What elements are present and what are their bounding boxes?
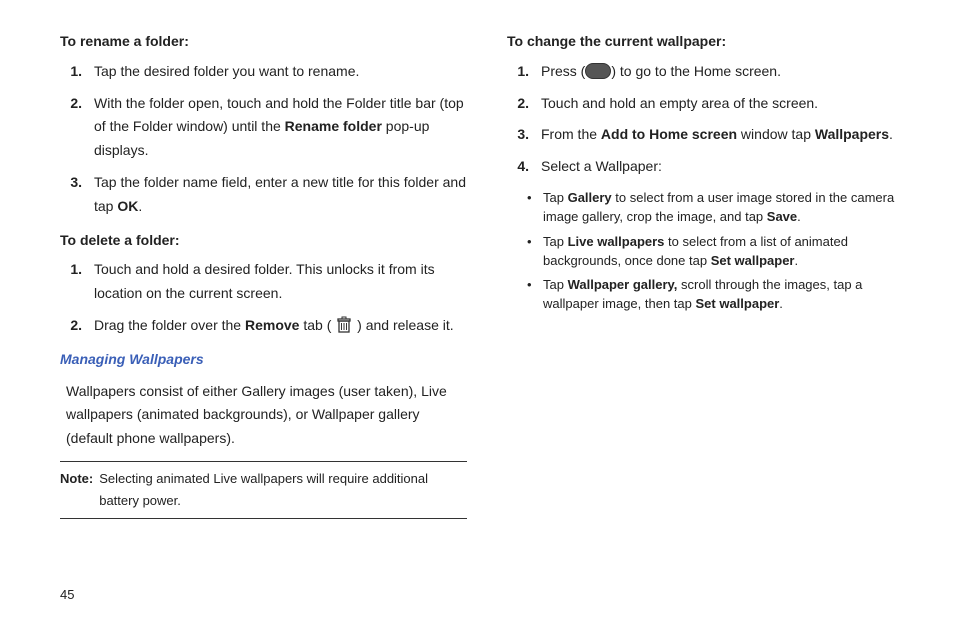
step-number: 1. <box>507 60 541 84</box>
note-text: Selecting animated Live wallpapers will … <box>99 468 467 512</box>
note-label: Note: <box>60 468 93 512</box>
step-text: Touch and hold a desired folder. This un… <box>94 258 467 306</box>
bullet-text: Tap Wallpaper gallery, scroll through th… <box>543 276 914 314</box>
rename-folder-heading: To rename a folder: <box>60 30 467 54</box>
list-item: 1. Press () to go to the Home screen. <box>507 60 914 84</box>
step-number: 1. <box>60 258 94 306</box>
bullet-icon: • <box>527 276 543 314</box>
page-number: 45 <box>60 587 74 602</box>
list-item: • Tap Live wallpapers to select from a l… <box>527 233 914 271</box>
list-item: 2. Touch and hold an empty area of the s… <box>507 92 914 116</box>
change-wallpaper-steps: 1. Press () to go to the Home screen. 2.… <box>507 60 914 179</box>
step-number: 3. <box>507 123 541 147</box>
bullet-text: Tap Gallery to select from a user image … <box>543 189 914 227</box>
note-block: Note: Selecting animated Live wallpapers… <box>60 461 467 519</box>
step-number: 2. <box>507 92 541 116</box>
wallpapers-description: Wallpapers consist of either Gallery ima… <box>66 380 467 451</box>
right-column: To change the current wallpaper: 1. Pres… <box>507 30 914 519</box>
wallpaper-options: • Tap Gallery to select from a user imag… <box>527 189 914 314</box>
step-text: From the Add to Home screen window tap W… <box>541 123 914 147</box>
list-item: • Tap Gallery to select from a user imag… <box>527 189 914 227</box>
step-number: 3. <box>60 171 94 219</box>
step-text: With the folder open, touch and hold the… <box>94 92 467 163</box>
step-text: Tap the desired folder you want to renam… <box>94 60 467 84</box>
left-column: To rename a folder: 1. Tap the desired f… <box>60 30 467 519</box>
bullet-icon: • <box>527 189 543 227</box>
step-number: 4. <box>507 155 541 179</box>
managing-wallpapers-heading: Managing Wallpapers <box>60 348 467 372</box>
list-item: 1. Touch and hold a desired folder. This… <box>60 258 467 306</box>
list-item: 1. Tap the desired folder you want to re… <box>60 60 467 84</box>
step-text: Select a Wallpaper: <box>541 155 914 179</box>
list-item: • Tap Wallpaper gallery, scroll through … <box>527 276 914 314</box>
bullet-text: Tap Live wallpapers to select from a lis… <box>543 233 914 271</box>
step-number: 2. <box>60 314 94 338</box>
step-text: Tap the folder name field, enter a new t… <box>94 171 467 219</box>
list-item: 3. Tap the folder name field, enter a ne… <box>60 171 467 219</box>
list-item: 4. Select a Wallpaper: <box>507 155 914 179</box>
rename-steps: 1. Tap the desired folder you want to re… <box>60 60 467 219</box>
trash-icon <box>335 316 353 334</box>
step-text: Touch and hold an empty area of the scre… <box>541 92 914 116</box>
step-number: 1. <box>60 60 94 84</box>
step-text: Press () to go to the Home screen. <box>541 60 914 84</box>
list-item: 2. With the folder open, touch and hold … <box>60 92 467 163</box>
change-wallpaper-heading: To change the current wallpaper: <box>507 30 914 54</box>
home-button-icon <box>585 63 611 79</box>
step-text: Drag the folder over the Remove tab ( ) … <box>94 314 467 338</box>
step-number: 2. <box>60 92 94 163</box>
bullet-icon: • <box>527 233 543 271</box>
list-item: 3. From the Add to Home screen window ta… <box>507 123 914 147</box>
delete-steps: 1. Touch and hold a desired folder. This… <box>60 258 467 337</box>
list-item: 2. Drag the folder over the Remove tab (… <box>60 314 467 338</box>
delete-folder-heading: To delete a folder: <box>60 229 467 253</box>
